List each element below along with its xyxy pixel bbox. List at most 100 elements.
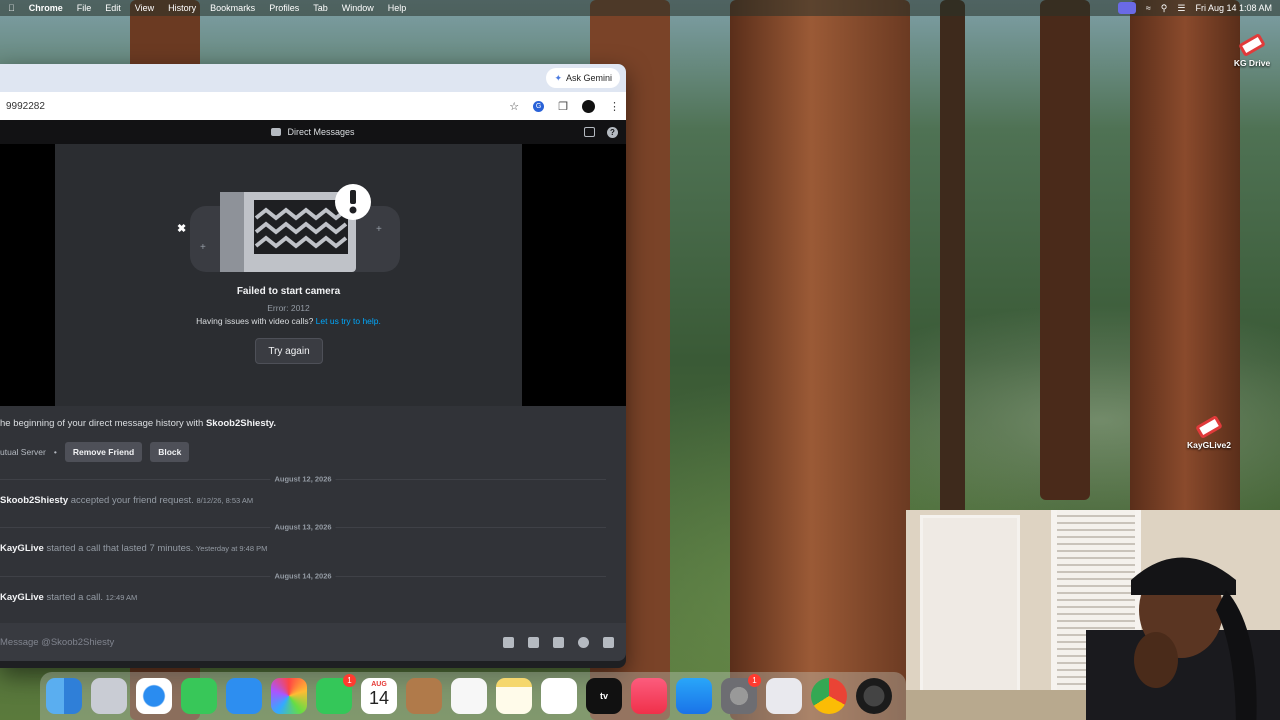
photos-icon[interactable] (271, 678, 307, 714)
close-icon: ✖ (177, 223, 187, 235)
reminders-icon[interactable] (451, 678, 487, 714)
extension-icon[interactable]: G (533, 100, 545, 112)
freeform-icon[interactable] (541, 678, 577, 714)
door (920, 515, 1020, 695)
calendar-day: 14 (368, 688, 390, 708)
mail-icon[interactable] (226, 678, 262, 714)
menu-help[interactable]: Help (388, 3, 407, 13)
menu-app-name[interactable]: Chrome (29, 3, 63, 13)
screen-mirror-icon[interactable] (1117, 2, 1136, 14)
sticker-icon[interactable] (553, 636, 564, 648)
menu-bookmarks[interactable]: Bookmarks (210, 3, 255, 13)
camera-help-line: Having issues with video calls? Let us t… (55, 316, 522, 326)
messages-icon[interactable] (181, 678, 217, 714)
camera-error-title: Failed to start camera (236, 286, 341, 297)
tab-strip: ✦ Ask Gemini (0, 64, 626, 92)
dock: 1 AUG 14 tv 1 (40, 672, 906, 720)
message-timestamp: 8/12/26, 8:53 AM (196, 496, 254, 505)
obs-icon[interactable] (856, 678, 892, 714)
tree-trunk (730, 0, 910, 720)
message-text: accepted your friend request. (70, 495, 194, 506)
gift-icon[interactable] (503, 636, 514, 648)
desktop-icon-kayglive2[interactable]: KayGLive2 (1174, 414, 1244, 450)
notes-icon[interactable] (496, 678, 532, 714)
tree-trunk (1040, 0, 1090, 500)
date-divider-label: August 12, 2026 (270, 474, 336, 484)
iphone-mirroring-icon[interactable] (766, 678, 802, 714)
system-message: KayGLive started a call. 12:49 AM (0, 592, 137, 603)
menu-edit[interactable]: Edit (105, 3, 121, 13)
message-username[interactable]: KayGLive (0, 592, 44, 603)
kebab-menu-icon[interactable]: ⋮ (609, 100, 620, 113)
music-icon[interactable] (631, 678, 667, 714)
apple-icon[interactable]:  (8, 3, 15, 13)
try-again-button[interactable]: Try again (255, 338, 323, 364)
desktop-icon-label: KG Drive (1233, 58, 1271, 68)
message-timestamp: Yesterday at 9:48 PM (195, 544, 268, 553)
finder-icon[interactable] (46, 678, 82, 714)
menu-history[interactable]: History (168, 3, 196, 13)
launchpad-icon[interactable] (91, 678, 127, 714)
message-username[interactable]: KayGLive (0, 543, 44, 554)
menu-tab[interactable]: Tab (313, 3, 328, 13)
gif-icon[interactable] (528, 636, 539, 648)
facetime-icon[interactable]: 1 (316, 674, 356, 714)
remove-friend-button[interactable]: Remove Friend (64, 442, 143, 462)
puzzle-extensions-icon[interactable]: ❐ (558, 100, 568, 113)
chrome-icon[interactable] (811, 678, 847, 714)
url-field[interactable]: 9992282 (6, 101, 509, 112)
desktop-icon-kg-drive[interactable]: KG Drive (1217, 32, 1280, 68)
message-username[interactable]: Skoob2Shiesty (0, 495, 68, 506)
message-history: he beginning of your direct message hist… (0, 406, 626, 624)
dm-intro-text: he beginning of your direct message hist… (0, 418, 204, 429)
date-divider: August 13, 2026 (0, 522, 606, 532)
app-store-icon[interactable] (676, 678, 712, 714)
camera-help-text: Having issues with video calls? (196, 316, 314, 326)
separator-dot: • (53, 447, 57, 457)
message-text: started a call that lasted 7 minutes. (46, 543, 194, 554)
message-composer: Message @Skoob2Shiesty (0, 623, 626, 661)
camera-error-illustration: + + (190, 184, 400, 272)
facetime-badge: 1 (343, 674, 356, 687)
bookmark-star-icon[interactable]: ☆ (509, 100, 519, 113)
browser-window: ✦ Ask Gemini 9992282 ☆ G ❐ ⋮ Direct Mess… (0, 64, 626, 668)
mutual-server-label[interactable]: utual Server (0, 447, 46, 457)
menu-profiles[interactable]: Profiles (269, 3, 299, 13)
menubar-clock[interactable]: Fri Aug 14 1:08 AM (1195, 3, 1272, 13)
inbox-icon[interactable] (584, 126, 595, 137)
system-settings-icon[interactable]: 1 (721, 674, 761, 714)
block-button[interactable]: Block (150, 442, 190, 462)
help-icon[interactable]: ? (607, 126, 618, 138)
discord-titlebar: Direct Messages ? (0, 120, 626, 144)
discord-icon (271, 128, 282, 136)
menu-window[interactable]: Window (342, 3, 374, 13)
date-divider-label: August 13, 2026 (270, 522, 336, 532)
date-divider: August 12, 2026 (0, 474, 606, 484)
discord-title: Direct Messages (287, 127, 355, 137)
spotlight-icon[interactable]: ⚲ (1161, 3, 1168, 14)
dm-intro-user[interactable]: Skoob2Shiesty. (206, 418, 276, 429)
emoji-icon[interactable] (578, 636, 589, 648)
safari-icon[interactable] (136, 678, 172, 714)
call-area: ✖ + + Failed to start camera Error: 2012… (0, 144, 626, 406)
message-timestamp: 12:49 AM (105, 593, 138, 602)
control-center-icon[interactable]: ☰ (1177, 3, 1185, 14)
apple-tv-icon[interactable]: tv (586, 678, 622, 714)
contacts-icon[interactable] (406, 678, 442, 714)
wifi-icon[interactable]: ≈ (1146, 3, 1151, 13)
friend-actions: utual Server • Remove Friend Block (0, 442, 190, 462)
menu-bar:  Chrome File Edit View History Bookmark… (0, 0, 1280, 16)
gemini-icon: ✦ (554, 72, 562, 83)
menu-view[interactable]: View (135, 3, 154, 13)
camera-help-link[interactable]: Let us try to help. (316, 316, 381, 326)
message-text: started a call. (46, 592, 103, 603)
apps-icon[interactable] (603, 636, 614, 648)
calendar-icon[interactable]: AUG 14 (361, 678, 397, 714)
profile-avatar[interactable] (582, 99, 595, 113)
address-bar: 9992282 ☆ G ❐ ⋮ (0, 92, 626, 120)
message-input[interactable]: Message @Skoob2Shiesty (0, 637, 503, 648)
tree-trunk (1130, 0, 1240, 560)
ask-gemini-button[interactable]: ✦ Ask Gemini (546, 68, 620, 88)
desktop-icon-label: KayGLive2 (1187, 440, 1231, 450)
menu-file[interactable]: File (77, 3, 92, 13)
